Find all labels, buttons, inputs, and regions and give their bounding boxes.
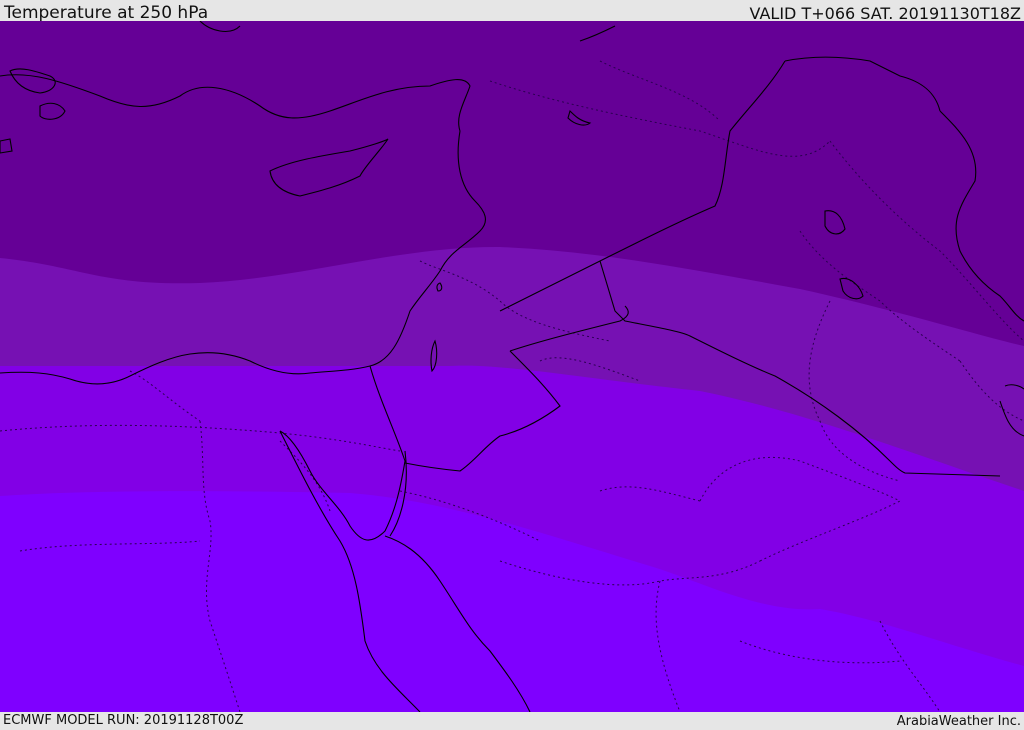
model-run-label: ECMWF MODEL RUN: 20191128T00Z (3, 713, 244, 728)
map-title: Temperature at 250 hPa (4, 3, 209, 23)
footer-bar: ECMWF MODEL RUN: 20191128T00Z ArabiaWeat… (0, 712, 1024, 729)
temperature-map[interactable] (0, 21, 1024, 712)
header-bar: Temperature at 250 hPa VALID T+066 SAT. … (0, 0, 1024, 23)
credit-label: ArabiaWeather Inc. (896, 714, 1021, 729)
